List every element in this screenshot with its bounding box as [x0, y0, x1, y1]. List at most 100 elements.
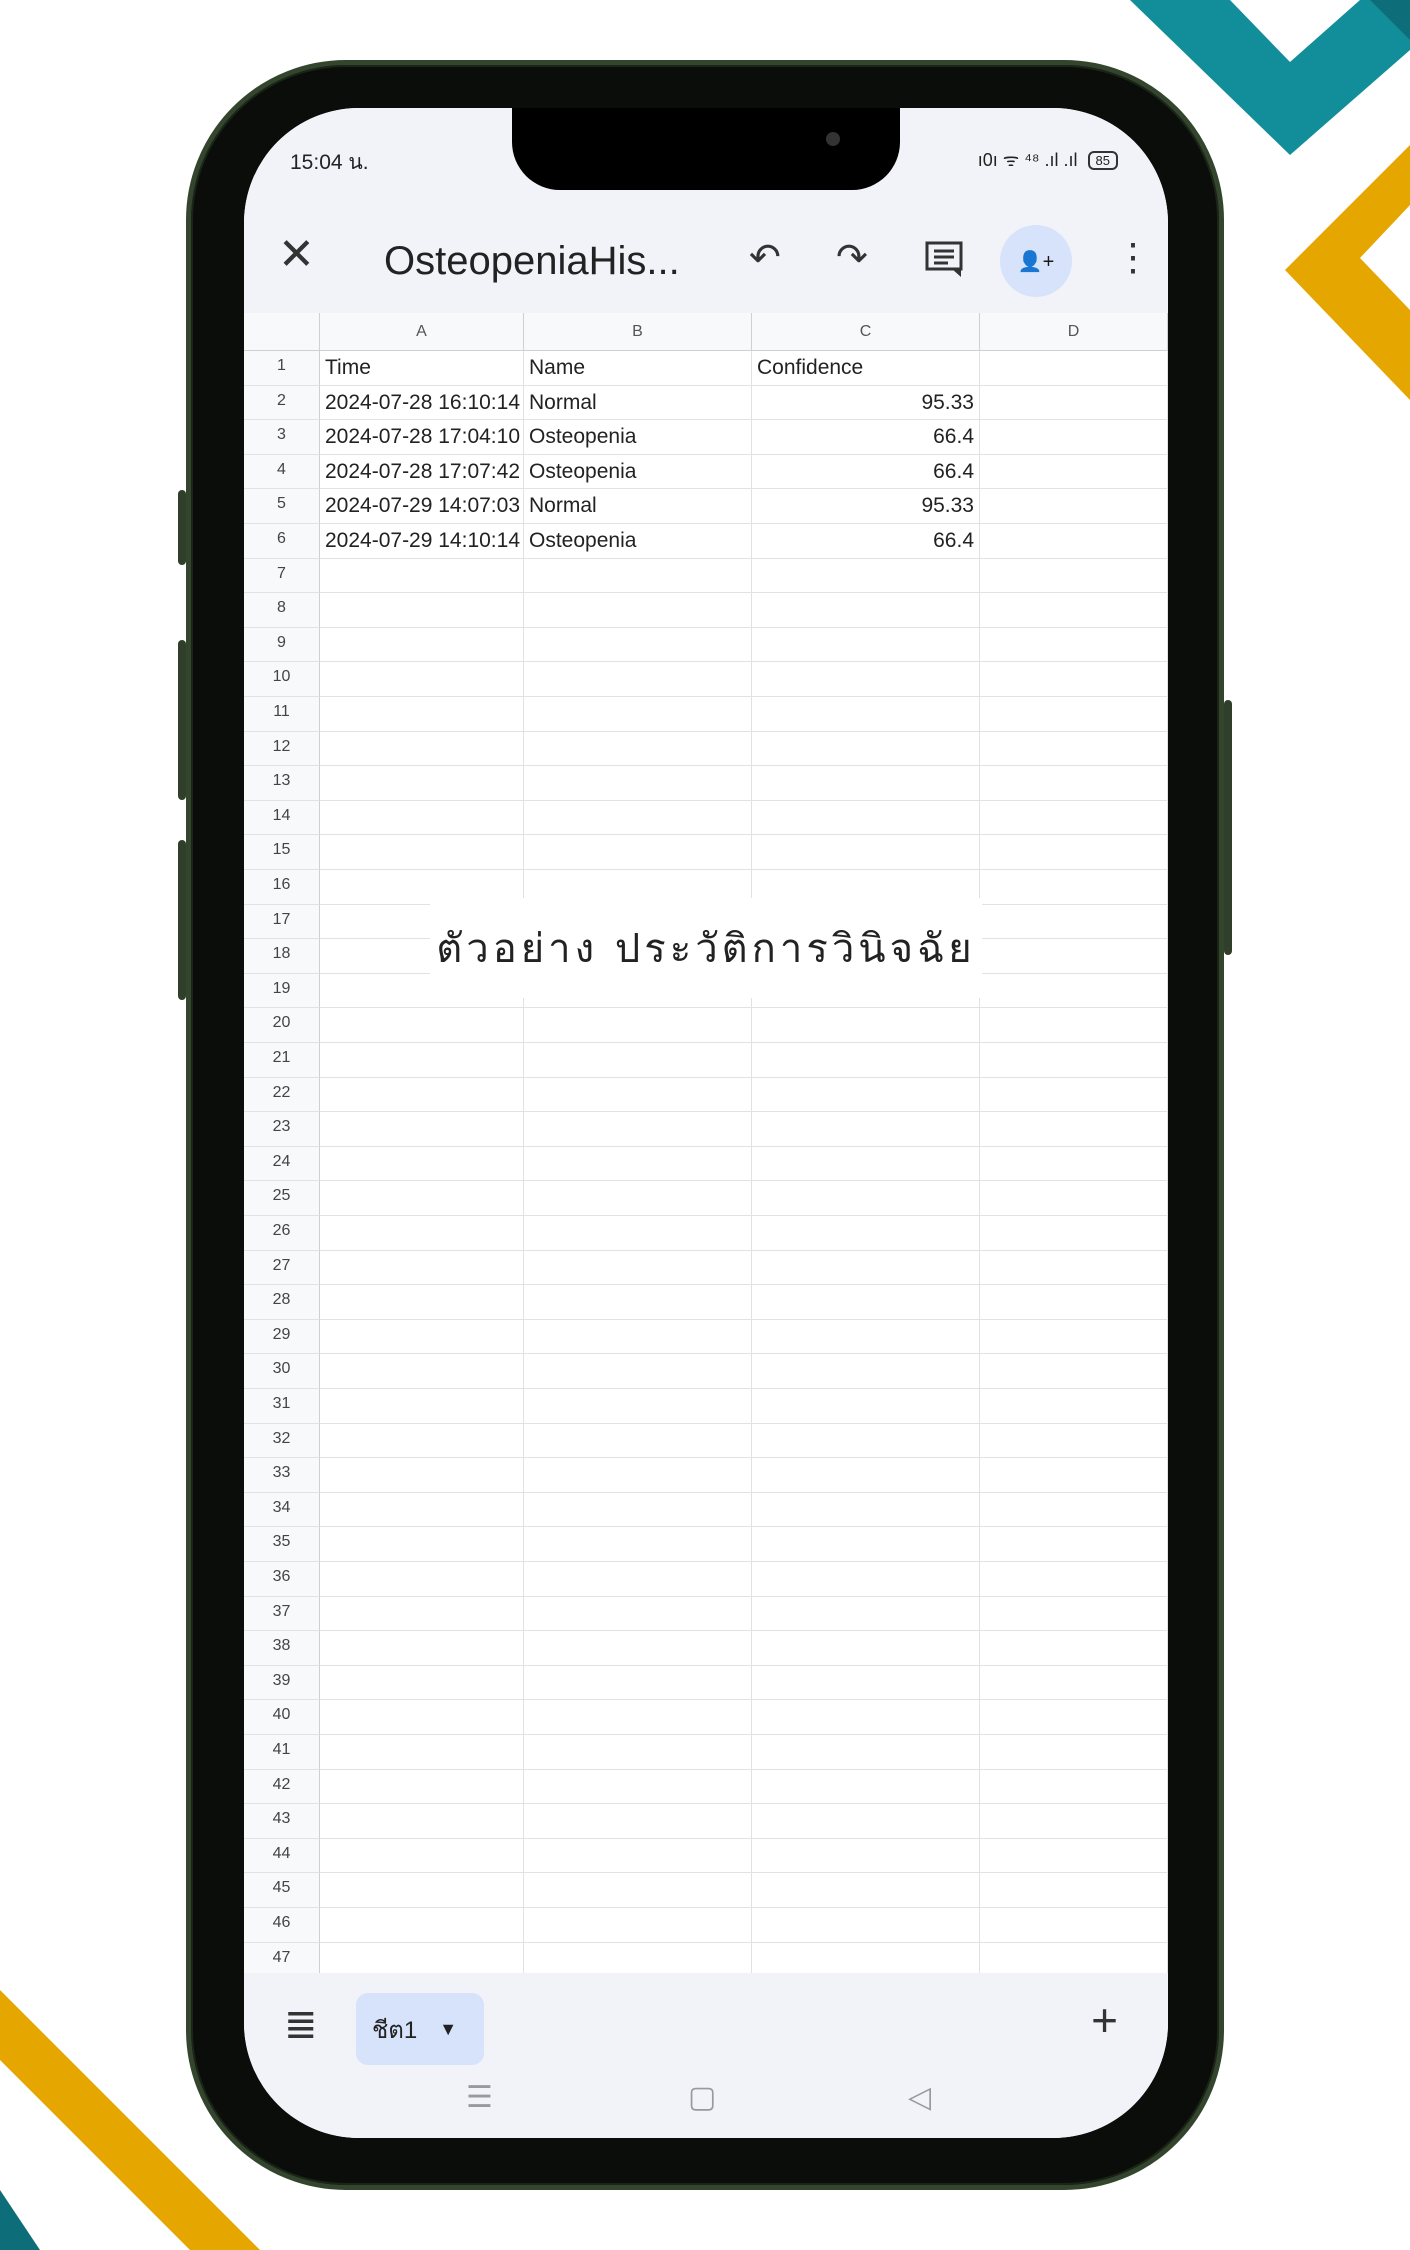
- cell-empty[interactable]: [524, 1769, 752, 1805]
- row-header[interactable]: 36: [244, 1562, 320, 1597]
- cell-empty[interactable]: [980, 1908, 1168, 1943]
- cell-empty[interactable]: [320, 1735, 524, 1770]
- row-header[interactable]: 9: [244, 627, 320, 663]
- cell-name[interactable]: Osteopenia: [524, 420, 752, 455]
- row-header[interactable]: 32: [244, 1423, 320, 1459]
- cell-empty[interactable]: [320, 1112, 524, 1147]
- row-header[interactable]: 7: [244, 558, 320, 594]
- cell-empty[interactable]: [980, 1319, 1168, 1355]
- cell-empty[interactable]: [524, 835, 752, 870]
- redo-icon[interactable]: ↷: [836, 239, 868, 277]
- cell-empty[interactable]: [752, 697, 980, 732]
- cell-empty[interactable]: [320, 835, 524, 870]
- cell-empty[interactable]: [980, 593, 1168, 628]
- cell-empty[interactable]: [524, 558, 752, 594]
- cell-empty[interactable]: [980, 1216, 1168, 1251]
- cell-empty[interactable]: [752, 1700, 980, 1735]
- cell-empty[interactable]: [980, 662, 1168, 697]
- row-header[interactable]: 41: [244, 1735, 320, 1770]
- cell-empty[interactable]: [524, 1492, 752, 1528]
- cell-empty[interactable]: [524, 1181, 752, 1216]
- cell-empty[interactable]: [524, 1735, 752, 1770]
- row-header[interactable]: 33: [244, 1458, 320, 1493]
- column-header-c[interactable]: C: [752, 313, 980, 351]
- back-icon[interactable]: ◁: [908, 2083, 931, 2113]
- cell-empty[interactable]: [980, 1527, 1168, 1562]
- cell-empty[interactable]: [980, 1354, 1168, 1389]
- cell-empty[interactable]: [524, 1804, 752, 1839]
- cell-empty[interactable]: [320, 1700, 524, 1735]
- cell-empty[interactable]: [320, 1527, 524, 1562]
- row-header[interactable]: 1: [244, 351, 320, 386]
- row-header[interactable]: 26: [244, 1216, 320, 1251]
- cell-empty[interactable]: [320, 1596, 524, 1632]
- cell-empty[interactable]: [320, 1665, 524, 1701]
- cell-empty[interactable]: [980, 627, 1168, 663]
- cell-empty[interactable]: [320, 1354, 524, 1389]
- cell-empty[interactable]: [980, 1389, 1168, 1424]
- cell-empty[interactable]: [524, 1908, 752, 1943]
- cell-empty[interactable]: [524, 1008, 752, 1043]
- cell-empty[interactable]: [752, 1527, 980, 1562]
- cell-empty[interactable]: [320, 1908, 524, 1943]
- cell-empty[interactable]: [320, 1043, 524, 1078]
- row-header[interactable]: 38: [244, 1631, 320, 1666]
- cell-empty[interactable]: [980, 558, 1168, 594]
- cell-empty[interactable]: [980, 1423, 1168, 1459]
- cell-empty[interactable]: [752, 1769, 980, 1805]
- cell-confidence[interactable]: 66.4: [752, 524, 980, 559]
- cell-empty[interactable]: [980, 1873, 1168, 1908]
- cell-empty[interactable]: [980, 1458, 1168, 1493]
- cell-c1[interactable]: Confidence: [752, 351, 980, 386]
- cell-empty[interactable]: [320, 1769, 524, 1805]
- cell-empty[interactable]: [752, 1112, 980, 1147]
- cell-empty[interactable]: [752, 558, 980, 594]
- column-header-a[interactable]: A: [320, 313, 524, 351]
- cell-empty[interactable]: [752, 731, 980, 767]
- row-header[interactable]: 13: [244, 766, 320, 801]
- cell-empty[interactable]: [752, 1319, 980, 1355]
- cell-empty[interactable]: [752, 1804, 980, 1839]
- cell-empty[interactable]: [752, 800, 980, 836]
- cell-name[interactable]: Normal: [524, 385, 752, 421]
- cell-empty[interactable]: [980, 870, 1168, 905]
- cell-empty[interactable]: [320, 1942, 524, 1973]
- row-header[interactable]: 14: [244, 800, 320, 836]
- close-icon[interactable]: ✕: [278, 233, 315, 277]
- row-header[interactable]: 23: [244, 1112, 320, 1147]
- cell-empty[interactable]: [320, 593, 524, 628]
- cell-empty[interactable]: [980, 1942, 1168, 1973]
- cell-empty[interactable]: [524, 627, 752, 663]
- cell-empty[interactable]: [524, 593, 752, 628]
- cell-empty[interactable]: [752, 1043, 980, 1078]
- cell-empty[interactable]: [524, 1043, 752, 1078]
- row-header[interactable]: 6: [244, 524, 320, 559]
- cell-empty[interactable]: [752, 1285, 980, 1320]
- row-header[interactable]: 2: [244, 385, 320, 421]
- row-header[interactable]: 22: [244, 1077, 320, 1113]
- cell-empty[interactable]: [320, 1873, 524, 1908]
- cell-empty[interactable]: [320, 731, 524, 767]
- chevron-down-icon[interactable]: ▼: [439, 2019, 457, 2040]
- cell-empty[interactable]: [524, 1665, 752, 1701]
- row-header[interactable]: 3: [244, 420, 320, 455]
- cell-empty[interactable]: [524, 1319, 752, 1355]
- cell-confidence[interactable]: 66.4: [752, 454, 980, 490]
- cell-empty[interactable]: [752, 1008, 980, 1043]
- row-header[interactable]: 34: [244, 1492, 320, 1528]
- cell-empty[interactable]: [320, 1804, 524, 1839]
- cell-empty[interactable]: [320, 697, 524, 732]
- cell-empty[interactable]: [524, 697, 752, 732]
- cell-a1[interactable]: Time: [320, 351, 524, 386]
- row-header[interactable]: 4: [244, 454, 320, 490]
- cell-time[interactable]: 2024-07-28 17:07:42: [320, 454, 524, 490]
- cell-empty[interactable]: [524, 1146, 752, 1182]
- cell-empty[interactable]: [320, 1077, 524, 1113]
- cell-empty[interactable]: [980, 1492, 1168, 1528]
- cell-empty[interactable]: [320, 558, 524, 594]
- recent-apps-icon[interactable]: ☰: [466, 2083, 493, 2113]
- cell-b1[interactable]: Name: [524, 351, 752, 386]
- comment-icon[interactable]: [924, 239, 964, 286]
- row-header[interactable]: 16: [244, 870, 320, 905]
- row-header[interactable]: 39: [244, 1665, 320, 1701]
